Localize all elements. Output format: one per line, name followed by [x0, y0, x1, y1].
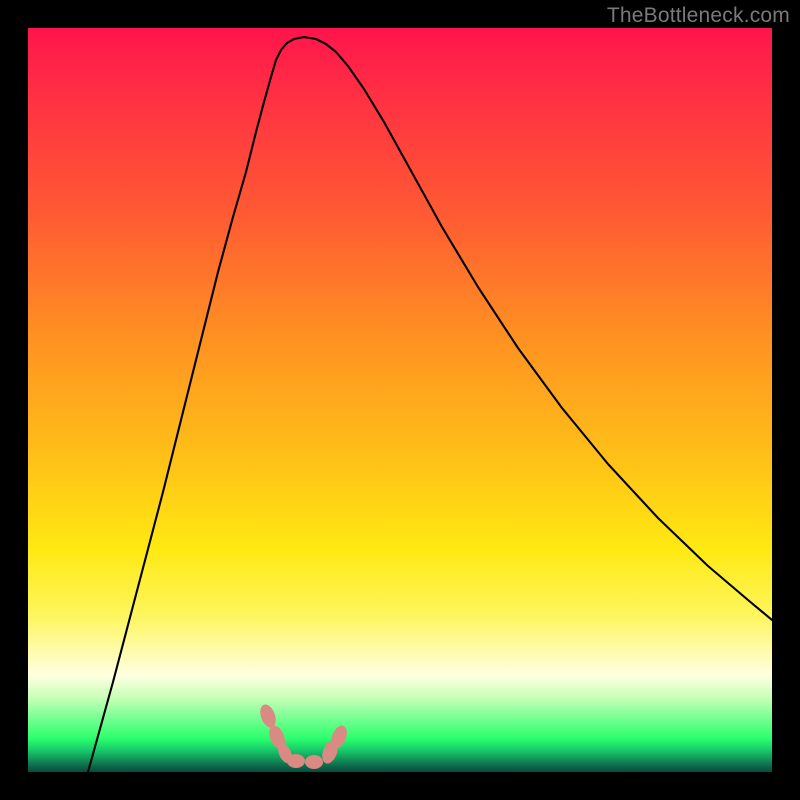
chart-container: TheBottleneck.com: [0, 0, 800, 800]
curve-marker: [257, 702, 278, 729]
bottleneck-curve: [88, 37, 772, 772]
curve-marker: [287, 754, 305, 768]
curve-layer: [28, 28, 772, 772]
curve-markers: [257, 702, 350, 769]
watermark-text: TheBottleneck.com: [607, 4, 790, 28]
curve-marker: [305, 755, 323, 769]
plot-area: [28, 28, 772, 772]
